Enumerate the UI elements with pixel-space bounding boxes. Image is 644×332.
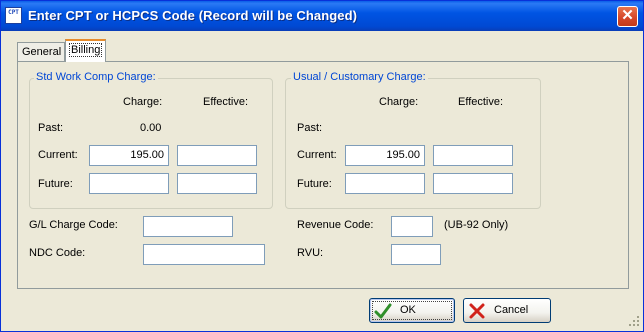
ndc-code-label: NDC Code: bbox=[29, 247, 86, 259]
gl-charge-code-label: G/L Charge Code: bbox=[29, 219, 118, 231]
std-future-label: Future: bbox=[38, 178, 73, 190]
std-future-charge-input[interactable] bbox=[89, 173, 169, 194]
cancel-button[interactable]: Cancel bbox=[463, 298, 551, 323]
revenue-code-label: Revenue Code: bbox=[297, 219, 374, 231]
std-past-value: 0.00 bbox=[140, 122, 162, 134]
std-current-charge-input[interactable]: 195.00 bbox=[89, 145, 169, 166]
usual-charge-header: Charge: bbox=[379, 96, 419, 108]
revenue-code-input[interactable] bbox=[391, 216, 433, 237]
app-icon: CPT bbox=[5, 7, 22, 24]
dialog-window: CPT Enter CPT or HCPCS Code (Record will… bbox=[0, 0, 644, 332]
close-button[interactable]: ✕ bbox=[617, 6, 638, 27]
resize-grip-icon[interactable] bbox=[627, 314, 641, 328]
usual-current-charge-input[interactable]: 195.00 bbox=[345, 145, 425, 166]
cancel-button-label: Cancel bbox=[494, 304, 529, 316]
usual-current-effective-input[interactable] bbox=[433, 145, 513, 166]
std-group-title: Std Work Comp Charge: bbox=[34, 71, 158, 83]
window-title: Enter CPT or HCPCS Code (Record will be … bbox=[28, 8, 358, 23]
std-current-effective-input[interactable] bbox=[177, 145, 257, 166]
red-x-icon bbox=[469, 303, 485, 319]
tab-billing-label: Billing bbox=[68, 43, 103, 57]
std-past-label: Past: bbox=[38, 122, 64, 134]
title-bar[interactable]: CPT Enter CPT or HCPCS Code (Record will… bbox=[1, 1, 643, 31]
std-charge-header: Charge: bbox=[123, 96, 163, 108]
rvu-label: RVU: bbox=[297, 247, 324, 259]
tab-billing[interactable]: Billing bbox=[65, 39, 106, 62]
std-future-effective-input[interactable] bbox=[177, 173, 257, 194]
usual-current-label: Current: bbox=[297, 149, 337, 161]
revenue-code-note: (UB-92 Only) bbox=[444, 219, 509, 231]
usual-group-title: Usual / Customary Charge: bbox=[291, 71, 428, 83]
rvu-input[interactable] bbox=[391, 244, 441, 265]
std-effective-header: Effective: bbox=[203, 96, 249, 108]
ok-button[interactable]: OK bbox=[369, 298, 455, 323]
close-icon: ✕ bbox=[621, 7, 634, 24]
usual-future-charge-input[interactable] bbox=[345, 173, 425, 194]
usual-past-label: Past: bbox=[297, 122, 323, 134]
usual-effective-header: Effective: bbox=[458, 96, 504, 108]
tab-general-label: General bbox=[22, 46, 62, 58]
checkmark-icon bbox=[374, 303, 392, 319]
usual-future-label: Future: bbox=[297, 178, 332, 190]
gl-charge-code-input[interactable] bbox=[143, 216, 233, 237]
usual-future-effective-input[interactable] bbox=[433, 173, 513, 194]
std-current-label: Current: bbox=[38, 149, 78, 161]
ok-button-label: OK bbox=[400, 304, 416, 316]
ndc-code-input[interactable] bbox=[143, 244, 265, 265]
